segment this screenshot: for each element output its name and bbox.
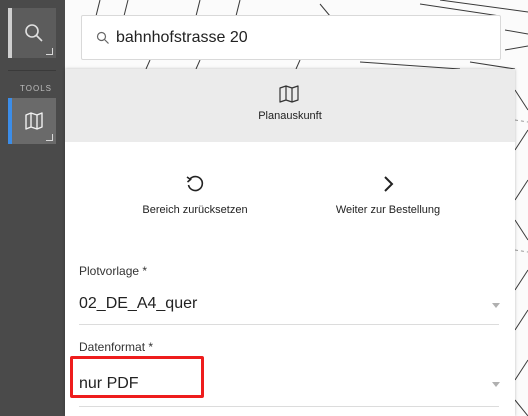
plot-template-label: Plotvorlage * [79, 264, 148, 278]
search-tool-button[interactable] [8, 8, 56, 58]
expand-corner-icon [46, 134, 53, 141]
map-tool-button[interactable] [8, 98, 56, 144]
search-icon [96, 31, 109, 44]
reset-area-label: Bereich zurücksetzen [142, 204, 248, 216]
expand-corner-icon [46, 48, 53, 55]
reset-icon [186, 175, 204, 192]
rail-divider [8, 70, 56, 71]
search-input[interactable] [116, 28, 476, 47]
field-underline [79, 406, 499, 407]
plot-template-value[interactable]: 02_DE_A4_quer [79, 295, 197, 313]
panel-title: Planauskunft [258, 110, 322, 122]
chevron-down-icon[interactable] [492, 382, 500, 387]
highlight-box [70, 356, 204, 398]
address-search[interactable] [81, 15, 501, 60]
reset-area-button[interactable]: Bereich zurücksetzen [105, 174, 285, 216]
continue-order-button[interactable]: Weiter zur Bestellung [298, 174, 478, 216]
field-underline [79, 324, 499, 325]
tools-section-label: TOOLS [20, 84, 52, 93]
search-icon [25, 24, 43, 42]
chevron-down-icon[interactable] [492, 303, 500, 308]
tool-rail: TOOLS [0, 0, 65, 416]
map-icon [279, 85, 299, 103]
data-format-label: Datenformat * [79, 340, 154, 354]
chevron-right-icon [384, 176, 394, 192]
panel-header: Planauskunft [65, 69, 515, 142]
continue-order-label: Weiter zur Bestellung [335, 204, 441, 216]
map-icon [25, 112, 43, 130]
